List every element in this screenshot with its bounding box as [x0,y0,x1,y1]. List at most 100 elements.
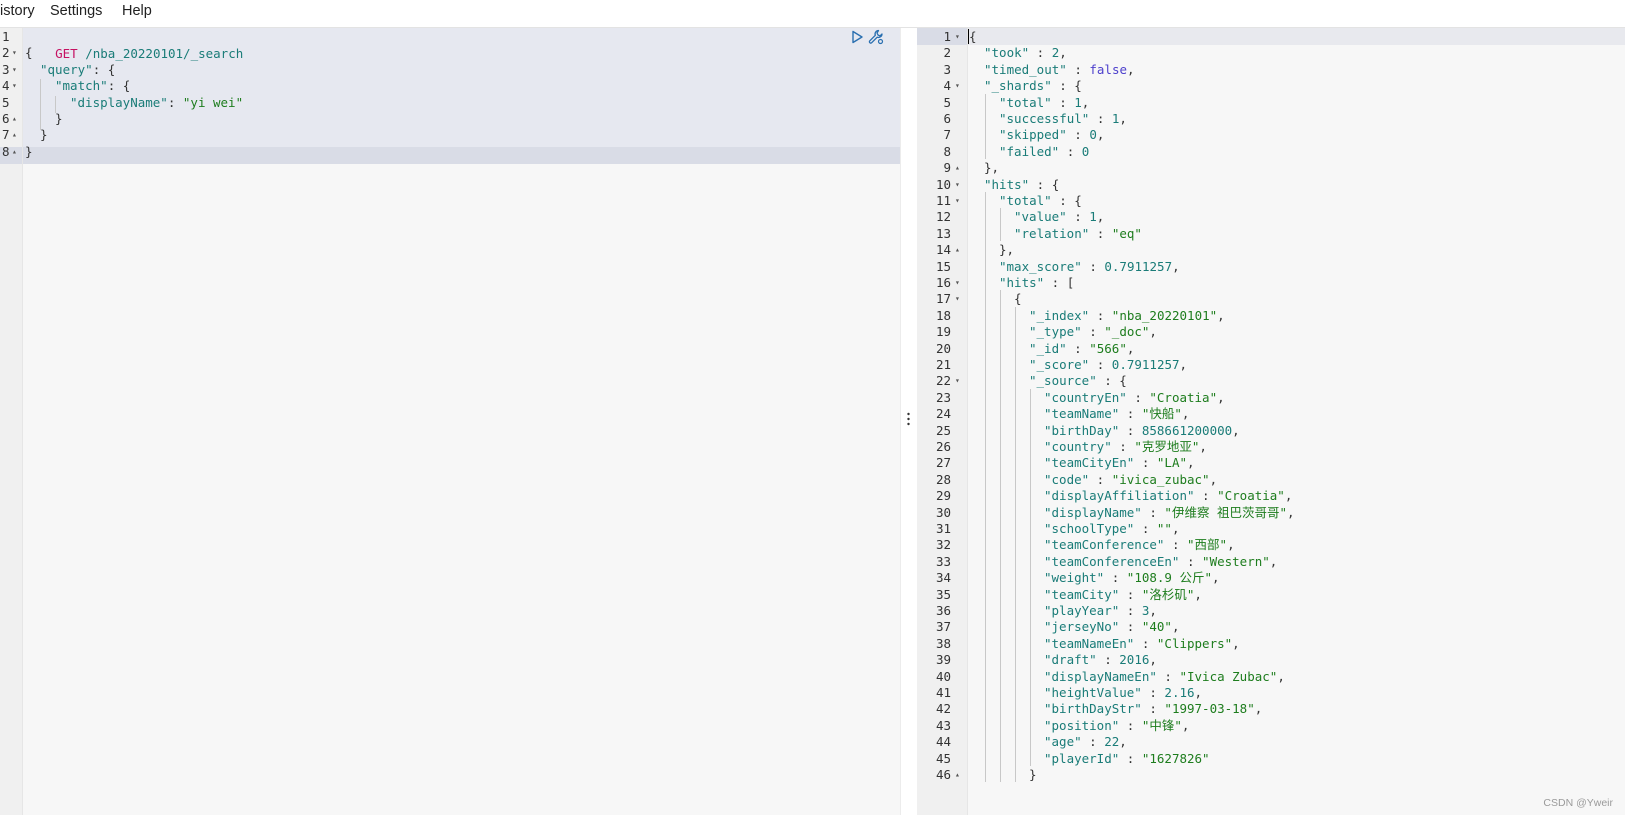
fold-close-icon[interactable]: ▴ [955,766,960,783]
line-number: 22 [935,373,951,389]
line-number: 32 [935,537,951,553]
line-number: 30 [935,504,951,520]
line-number: 8 [943,143,951,159]
fold-close-icon[interactable]: ▴ [12,110,17,127]
code-token: , [1179,357,1188,372]
wrench-icon[interactable] [868,29,884,45]
code-token: : [1104,570,1127,586]
code-token: , [1187,455,1195,471]
response-line: "schoolType" : "", [1044,520,1179,537]
code-token: "1997-03-18" [1164,701,1255,717]
menu-history[interactable]: istory [0,2,35,22]
response-line: "teamCity" : "洛杉矶", [1044,586,1202,603]
fold-open-icon[interactable]: ▾ [12,77,17,94]
code-token: "successful" [999,111,1090,126]
code-token: : [1141,685,1165,700]
code-token: "weight" [1044,570,1105,586]
code-token: : [1081,734,1105,750]
response-line: "age" : 22, [1044,733,1127,750]
fold-open-icon[interactable]: ▾ [955,274,960,291]
code-token: "schoolType" [1044,521,1135,536]
response-line: "heightValue" : 2.16, [1044,684,1202,701]
code-token: , [1149,652,1157,668]
code-token: "_id" [1029,340,1067,356]
line-number: 18 [935,307,951,323]
line-number: 6 [943,111,951,126]
fold-close-icon[interactable]: ▴ [955,241,960,258]
response-editor[interactable]: {"took" : 2, "timed_out" : false, "_shards… [968,28,1625,815]
code-token: , [1209,471,1218,487]
code-token: 22 [1104,734,1120,750]
response-line: "teamCityEn" : "LA", [1044,454,1195,471]
code-token: "displayName" [1044,504,1142,520]
line-number: 29 [935,488,951,504]
code-token: "hits" [999,275,1045,290]
fold-close-icon[interactable]: ▴ [955,159,960,176]
line-number: 23 [935,389,951,405]
line-number: 25 [935,422,951,438]
code-token: "teamConferenceEn" [1044,553,1180,569]
fold-open-icon[interactable]: ▾ [12,61,17,78]
fold-open-icon[interactable]: ▾ [955,372,960,389]
code-token: "teamConference" [1044,537,1165,553]
code-token: 2016 [1119,652,1150,668]
response-line: "hits" : { [984,176,1059,193]
line-number: 1 [943,29,951,44]
code-token: : [1066,209,1090,225]
code-token: : [1119,603,1142,618]
response-line: "teamNameEn" : "Clippers", [1044,635,1240,652]
code-token: "displayAffiliation" [1044,488,1195,504]
line-number: 37 [935,619,951,635]
response-line: "teamName" : "快船", [1044,405,1189,422]
fold-open-icon[interactable]: ▾ [955,77,960,94]
code-token: : [1164,537,1187,553]
fold-open-icon[interactable]: ▾ [955,192,960,209]
code-token: : [1081,258,1105,274]
code-token: "position" [1044,717,1120,733]
code-token: "中锋" [1141,717,1182,733]
code-token: "nba_20220101" [1111,307,1218,323]
fold-close-icon[interactable]: ▴ [12,143,17,160]
fold-open-icon[interactable]: ▾ [955,176,960,193]
code-token: { [1014,291,1022,307]
code-token: "playerId" [1044,750,1120,766]
code-token: , [1227,537,1235,553]
request-method: GET [55,46,78,61]
menu-settings[interactable]: Settings [50,2,102,22]
code-token: "teamCityEn" [1044,455,1135,471]
fold-open-icon[interactable]: ▾ [12,44,17,61]
response-line: "successful" : 1, [999,110,1127,127]
code-token: }, [999,242,1015,258]
code-token: "566" [1089,340,1127,356]
code-token: , [1217,307,1225,323]
fold-open-icon[interactable]: ▾ [955,28,960,45]
line-number: 31 [935,521,951,536]
pane-splitter[interactable] [900,28,918,815]
menu-bar: istory Settings Help [0,0,1625,28]
menu-help[interactable]: Help [122,2,152,22]
code-token: "_type" [1029,324,1082,340]
fold-open-icon[interactable]: ▾ [955,290,960,307]
code-token: , [1149,324,1157,340]
code-token: "birthDayStr" [1044,701,1142,717]
code-token: : [1126,389,1150,405]
code-token: "Ivica Zubac" [1179,668,1278,684]
code-token: 1 [1089,209,1097,225]
code-token: , [1199,439,1207,454]
line-number: 27 [935,455,951,471]
response-line: "teamConference" : "西部", [1044,536,1235,553]
code-token: : [1156,668,1180,684]
line-number: 2 [2,45,10,61]
request-path: /nba_20220101/_search [85,46,244,61]
line-number: 5 [943,94,951,110]
code-token: "displayName" [70,94,168,110]
play-icon[interactable] [850,30,864,44]
code-token: "_shards" [984,78,1052,94]
line-number: 5 [2,94,10,110]
fold-close-icon[interactable]: ▴ [12,126,17,143]
code-token: "快船" [1141,406,1182,422]
line-number: 28 [935,471,951,487]
request-editor[interactable]: GET /nba_20220101/_search {"query": {"ma… [23,28,900,815]
active-line [968,28,1625,45]
code-token: , [1277,668,1285,684]
